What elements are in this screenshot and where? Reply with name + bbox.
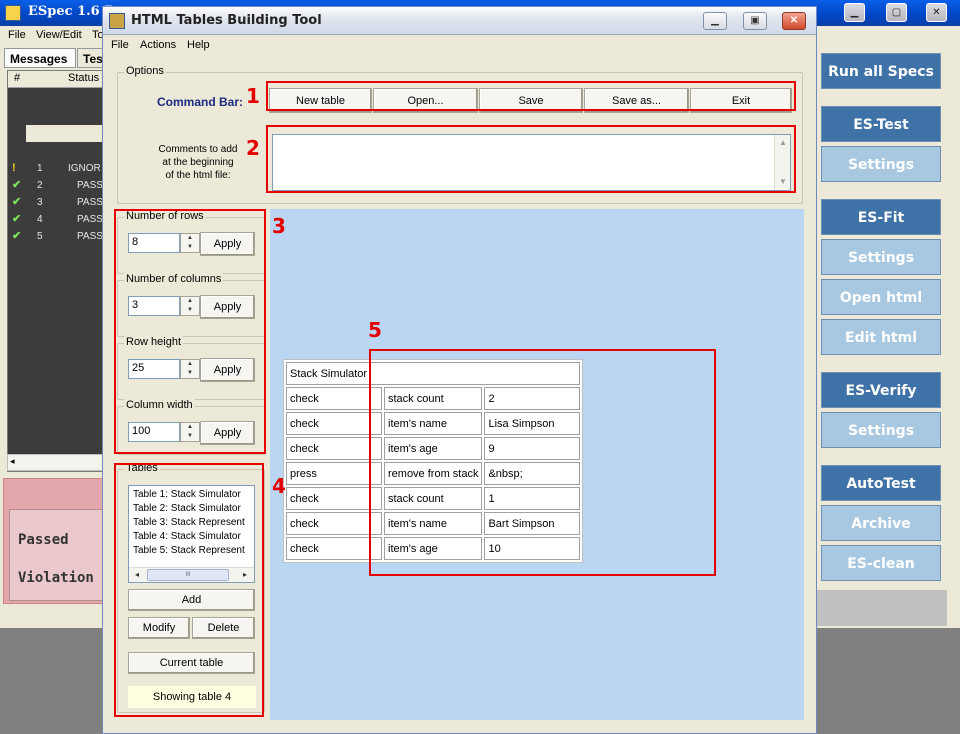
dialog-menubar: File Actions Help <box>103 36 816 56</box>
espec-menubar: File View/Edit To <box>0 26 110 46</box>
check-icon: ✔ <box>12 230 22 242</box>
es-verify-button[interactable]: ES-Verify <box>821 372 941 408</box>
annotation-box-4 <box>114 463 264 717</box>
check-icon: ✔ <box>12 196 22 208</box>
annotation-number-1: 1 <box>246 84 260 108</box>
options-legend: Options <box>124 65 166 77</box>
list-item[interactable]: ✔ 4 PASS <box>8 211 104 228</box>
menu-view-edit[interactable]: View/Edit <box>36 29 82 41</box>
edit-html-button[interactable]: Edit html <box>821 319 941 355</box>
check-icon: ✔ <box>12 179 22 191</box>
annotation-number-3: 3 <box>272 214 286 238</box>
annotation-box-2 <box>266 125 796 193</box>
annotation-number-2: 2 <box>246 136 260 160</box>
menu-help[interactable]: Help <box>187 39 210 51</box>
menu-file[interactable]: File <box>111 39 129 51</box>
es-fit-button[interactable]: ES-Fit <box>821 199 941 235</box>
run-all-specs-button[interactable]: Run all Specs <box>821 53 941 89</box>
list-item[interactable]: ! 1 IGNOR <box>8 160 104 177</box>
panel-spacer <box>816 590 947 626</box>
column-number[interactable]: # <box>14 72 20 84</box>
es-test-button[interactable]: ES-Test <box>821 106 941 142</box>
app-icon <box>109 13 125 29</box>
espec-tabs: Messages Tes <box>4 48 107 68</box>
list-item[interactable]: ✔ 2 PASS <box>8 177 104 194</box>
warning-icon: ! <box>12 162 16 174</box>
test-results-list: # Status ! 1 IGNOR ✔ 2 PASS ✔ 3 PASS ✔ 4… <box>7 70 104 472</box>
menu-actions[interactable]: Actions <box>140 39 176 51</box>
maximize-icon[interactable]: ▢ <box>886 3 907 22</box>
es-clean-button[interactable]: ES-clean <box>821 545 941 581</box>
column-status[interactable]: Status <box>68 72 99 84</box>
dialog-title: HTML Tables Building Tool <box>131 13 322 28</box>
annotation-box-1 <box>266 81 796 111</box>
list-item[interactable]: ✔ 5 PASS <box>8 228 104 245</box>
comments-label: Comments to add at the beginning of the … <box>158 144 238 181</box>
close-icon[interactable]: ✕ <box>782 12 806 30</box>
minimize-icon[interactable]: ▁ <box>703 12 727 30</box>
annotation-box-5 <box>369 349 716 576</box>
close-icon[interactable]: ✕ <box>926 3 947 22</box>
open-html-button[interactable]: Open html <box>821 279 941 315</box>
passed-label: Passed <box>18 532 69 548</box>
annotation-box-3 <box>114 209 266 454</box>
menu-file[interactable]: File <box>8 29 26 41</box>
command-bar-label: Command Bar: <box>157 95 244 109</box>
minimize-icon[interactable]: ▁ <box>844 3 865 22</box>
dialog-titlebar: HTML Tables Building Tool ▁ ▣ ✕ <box>103 7 816 35</box>
list-group-bar <box>26 125 104 142</box>
violation-label: Violation <box>18 570 94 586</box>
scroll-left-icon[interactable]: ◂ <box>10 456 15 467</box>
autotest-button[interactable]: AutoTest <box>821 465 941 501</box>
es-test-settings-button[interactable]: Settings <box>821 146 941 182</box>
list-header: # Status <box>8 71 102 88</box>
tab-messages[interactable]: Messages <box>4 48 76 68</box>
list-item[interactable]: ✔ 3 PASS <box>8 194 104 211</box>
archive-button[interactable]: Archive <box>821 505 941 541</box>
restore-icon[interactable]: ▣ <box>743 12 767 30</box>
result-panel: Passed Violation <box>3 478 104 604</box>
annotation-number-4: 4 <box>272 474 286 498</box>
es-fit-settings-button[interactable]: Settings <box>821 239 941 275</box>
result-summary: Passed Violation <box>9 509 104 601</box>
espec-app-icon <box>5 5 21 21</box>
annotation-number-5: 5 <box>368 318 382 342</box>
list-horizontal-scrollbar[interactable]: ◂ <box>7 454 103 471</box>
es-verify-settings-button[interactable]: Settings <box>821 412 941 448</box>
check-icon: ✔ <box>12 213 22 225</box>
